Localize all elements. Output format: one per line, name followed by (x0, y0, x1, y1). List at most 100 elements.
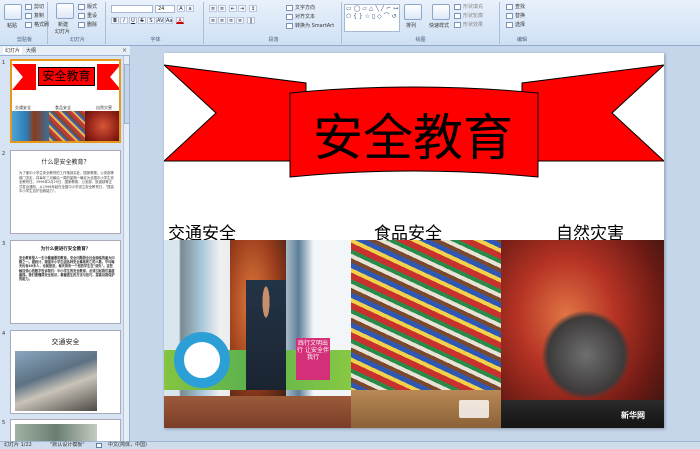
increase-indent-button[interactable]: ⇥ (238, 5, 246, 12)
shape-effects-button[interactable]: 形状效果 (454, 21, 483, 28)
text-direction-button[interactable]: 文字方向 (286, 4, 315, 11)
shape-fill-button[interactable]: 形状填充 (454, 3, 483, 10)
slide-thumbnail-4[interactable]: 交通安全 (10, 330, 121, 414)
copy-icon (25, 12, 32, 19)
shadow-button[interactable]: S (147, 17, 155, 24)
quick-styles-label: 快速样式 (429, 23, 450, 29)
align-text-button[interactable]: 对齐文本 (286, 13, 315, 20)
delete-button[interactable]: 删除 (78, 21, 97, 28)
new-slide-button[interactable] (56, 3, 74, 19)
panel-scroll-thumb[interactable] (124, 64, 130, 124)
bold-button[interactable]: B (111, 17, 119, 24)
road (164, 396, 351, 428)
strikethrough-button[interactable]: S (138, 17, 146, 24)
editing-label: 编辑 (516, 37, 527, 43)
drawing-group: ▭ ◯ ▱ △ ╲ ╱ ⌐ ↦ ⬠ { } ☆ ▯ ◇ ⌒ ↺ 排列 快速样式 … (342, 2, 500, 44)
bullets-button[interactable]: ≡ (209, 5, 217, 12)
grow-font-button[interactable]: A (177, 5, 185, 12)
align-right-button[interactable]: ≡ (227, 17, 235, 24)
change-case-button[interactable]: Aa (165, 17, 173, 24)
food-stamp (459, 400, 489, 418)
spell-check-icon[interactable] (96, 443, 102, 448)
slide-number-4: 4 (2, 331, 6, 337)
thumb3-title: 为什么要进行安全教育？ (40, 247, 91, 252)
underline-button[interactable]: U (129, 17, 137, 24)
arrange-label: 排列 (406, 23, 417, 29)
find-button[interactable]: 查找 (506, 3, 525, 10)
arrange-button[interactable] (404, 4, 422, 20)
xinhua-watermark: 新华网 (621, 411, 645, 420)
close-panel-icon[interactable]: × (122, 47, 127, 54)
cursor-icon (506, 21, 513, 28)
photo-bus-evacuation[interactable]: 践行文明出行 让安全伴我行 (164, 240, 351, 428)
slide-thumbnail-1[interactable]: 安全教育 交通安全 食品安全 自然灾害 (10, 59, 121, 143)
font-size-select[interactable]: 24 (155, 5, 175, 13)
italic-button[interactable]: I (120, 17, 128, 24)
thumb2-body: 为了使中小学生安全教育的工作落到实处，国家教委、公安部等部门决定，将每年三月最后… (19, 171, 114, 194)
fill-icon (454, 3, 461, 10)
bus-wheel (174, 332, 230, 388)
thumb2-title: 什么是安全教育？ (41, 159, 90, 166)
layout-icon (78, 3, 85, 10)
justify-button[interactable]: ≡ (236, 17, 244, 24)
thumb-photo-food (49, 111, 85, 141)
slide-title[interactable]: 安全教育 (288, 105, 538, 171)
cut-button[interactable]: 剪切 (25, 3, 44, 10)
language: 中文(简体，中国) (108, 442, 147, 448)
columns-button[interactable]: ‖ (247, 17, 255, 24)
banner-left-ribbon (164, 64, 307, 162)
thumb-title-box: 安全教育 (38, 67, 95, 86)
select-button[interactable]: 选择 (506, 21, 525, 28)
thumb5-photo (15, 424, 97, 441)
shrink-font-button[interactable]: a (186, 5, 194, 12)
thumb-photo-volcano (85, 111, 119, 141)
tab-outline[interactable]: 大纲 (26, 47, 36, 54)
slide-canvas[interactable]: 安全教育 交通安全 食品安全 自然灾害 践行文明出行 让安全伴我行 新华网 (164, 53, 664, 428)
slide-number-5: 5 (2, 420, 6, 426)
slides-label: 幻灯片 (69, 37, 85, 43)
slide-thumbnail-5[interactable] (10, 419, 121, 441)
scissors-icon (25, 3, 32, 10)
photo-volcano[interactable]: 新华网 (501, 240, 664, 428)
thumb4-photo (15, 351, 97, 411)
align-center-button[interactable]: ≡ (218, 17, 226, 24)
paste-label: 粘贴 (7, 23, 18, 29)
format-painter-button[interactable]: 格式刷 (25, 21, 49, 28)
new-slide-label-2: 幻灯片 (55, 29, 71, 35)
quick-styles-button[interactable] (432, 4, 450, 20)
font-color-button[interactable]: A (176, 17, 184, 24)
line-spacing-button[interactable]: ↕ (249, 5, 257, 12)
ribbon: 粘贴 剪切 复制 格式刷 剪贴板 新建 幻灯片 版式 重设 删除 幻灯片 24 … (0, 0, 700, 46)
smartart-button[interactable]: 转换为 SmartArt (286, 22, 334, 29)
slide-thumbnail-2[interactable]: 什么是安全教育？ 为了使中小学生安全教育的工作落到实处，国家教委、公安部等部门决… (10, 150, 121, 234)
replace-button[interactable]: 替换 (506, 12, 525, 19)
copy-button[interactable]: 复制 (25, 12, 44, 19)
bus-banner: 践行文明出行 让安全伴我行 (296, 338, 330, 380)
reset-button[interactable]: 重设 (78, 12, 97, 19)
replace-icon (506, 12, 513, 19)
layout-button[interactable]: 版式 (78, 3, 97, 10)
thumb4-title: 交通安全 (51, 338, 80, 346)
tab-slides[interactable]: 幻灯片 (3, 47, 23, 54)
slide-number-3: 3 (2, 241, 6, 247)
status-bar: 幻灯片 1/22 "默认设计模板" 中文(简体，中国) (0, 441, 700, 449)
align-left-button[interactable]: ≡ (209, 17, 217, 24)
decrease-indent-button[interactable]: ⇤ (229, 5, 237, 12)
paste-button[interactable] (4, 4, 22, 20)
shape-outline-button[interactable]: 形状轮廓 (454, 12, 483, 19)
font-family-select[interactable] (111, 5, 153, 13)
panel-scrollbar[interactable] (123, 56, 130, 441)
photo-junk-food[interactable] (351, 240, 501, 428)
slide-count: 幻灯片 1/22 (4, 442, 32, 448)
slide-thumbnail-3[interactable]: 为什么要进行安全教育？ 安全教育是人一生中最重要的教育，安全问题是全社会面临的重… (10, 240, 121, 324)
smoke-plume (541, 310, 631, 400)
numbering-button[interactable]: ≡ (218, 5, 226, 12)
font-label: 字体 (150, 37, 161, 43)
text-direction-icon (286, 4, 293, 11)
panel-tabs: 幻灯片 大纲 × (0, 46, 130, 56)
brush-icon (25, 21, 32, 28)
paragraph-group: ≡ ≡ ⇤ ⇥ ↕ ≡ ≡ ≡ ≡ ‖ 文字方向 对齐文本 转换为 SmartA… (206, 2, 342, 44)
font-size-value: 24 (158, 6, 165, 12)
shapes-gallery[interactable]: ▭ ◯ ▱ △ ╲ ╱ ⌐ ↦ ⬠ { } ☆ ▯ ◇ ⌒ ↺ (344, 4, 400, 32)
spacing-button[interactable]: AV (156, 17, 164, 24)
